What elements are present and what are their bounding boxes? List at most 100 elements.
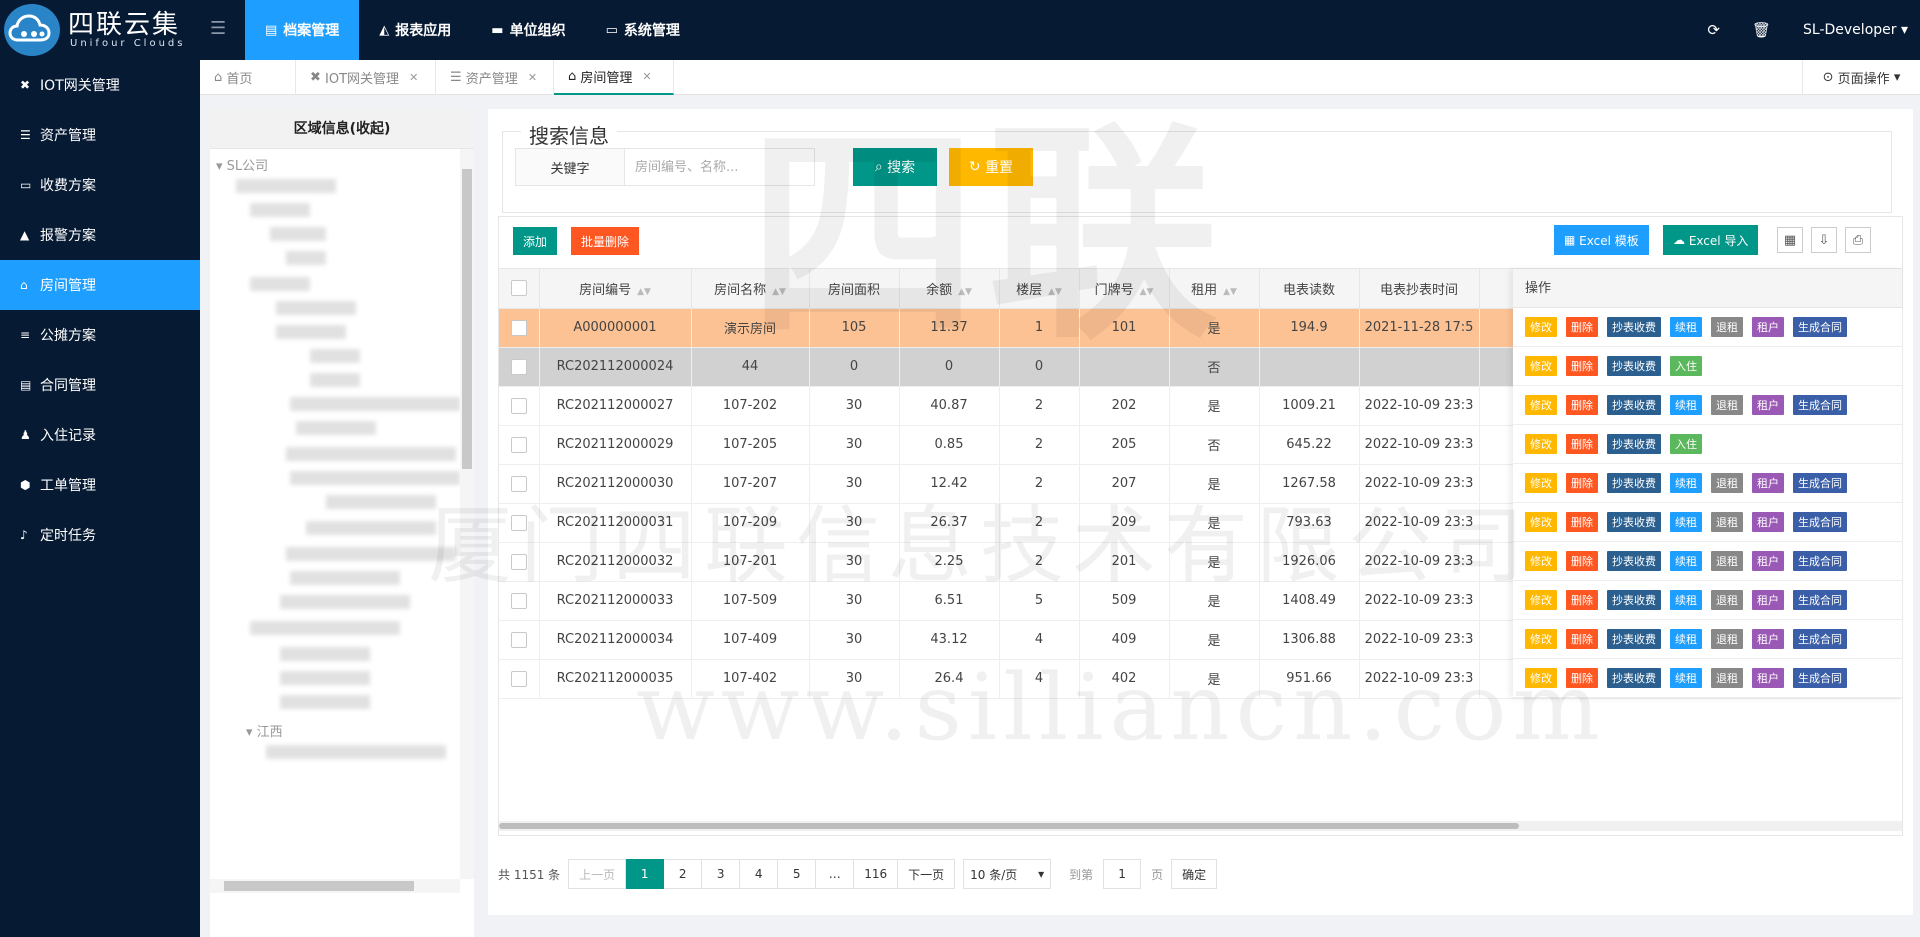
trash-icon[interactable]: 🗑 [1736, 21, 1787, 39]
meter-charge-button[interactable]: 抄表收费 [1607, 668, 1661, 688]
tree-node[interactable] [326, 495, 436, 509]
row-checkbox[interactable] [510, 436, 527, 453]
tree-node[interactable] [306, 521, 436, 535]
checkout-button[interactable]: 退租 [1711, 590, 1743, 610]
tree-node[interactable] [270, 227, 326, 241]
tree-node[interactable] [276, 325, 346, 339]
delete-button[interactable]: 删除 [1566, 434, 1598, 454]
edit-button[interactable]: 修改 [1525, 668, 1557, 688]
page-button[interactable]: 5 [778, 859, 817, 889]
col-header-name[interactable]: 房间名称 ▲▼ [691, 269, 810, 309]
print-icon[interactable]: ⎙ [1845, 227, 1871, 253]
tree-node[interactable] [310, 373, 360, 387]
scroll-thumb[interactable] [462, 169, 472, 469]
tree-node[interactable] [286, 547, 456, 561]
export-icon[interactable]: ⇩ [1811, 227, 1837, 253]
page-size-select[interactable]: 10 条/页 ▾ [963, 859, 1052, 889]
tree-node[interactable] [310, 349, 360, 363]
checkin-button[interactable]: 入住 [1670, 434, 1702, 454]
topnav-archive[interactable]: ▤ 档案管理 [245, 0, 360, 60]
scroll-thumb[interactable] [224, 881, 414, 891]
goto-page-input[interactable]: 1 [1103, 859, 1142, 889]
meter-charge-button[interactable]: 抄表收费 [1607, 629, 1661, 649]
tree-node[interactable] [290, 397, 460, 411]
delete-button[interactable]: 删除 [1566, 356, 1598, 376]
row-checkbox[interactable] [510, 553, 527, 570]
page-button[interactable]: 4 [740, 859, 779, 889]
renew-button[interactable]: 续租 [1670, 473, 1702, 493]
tab-iot[interactable]: ✖ IOT网关管理 ✕ [296, 60, 436, 95]
tree-node-jiangxi[interactable]: ▾ 江西 [246, 721, 283, 740]
renew-button[interactable]: 续租 [1670, 629, 1702, 649]
meter-charge-button[interactable]: 抄表收费 [1607, 473, 1661, 493]
topnav-reports[interactable]: ◭ 报表应用 [359, 0, 471, 60]
tree-vertical-scrollbar[interactable] [460, 149, 474, 879]
user-menu[interactable]: SL-Developer ▾ [1787, 22, 1920, 38]
refresh-icon[interactable]: ⟳ [1691, 21, 1736, 39]
checkout-button[interactable]: 退租 [1711, 473, 1743, 493]
select-all-checkbox[interactable] [499, 269, 540, 309]
tenant-button[interactable]: 租户 [1752, 668, 1784, 688]
excel-template-button[interactable]: ▦ Excel 模板 [1554, 225, 1649, 255]
close-icon[interactable]: ✕ [409, 71, 418, 84]
tenant-button[interactable]: 租户 [1752, 395, 1784, 415]
tree-node[interactable] [286, 447, 456, 461]
sidebar-item-rooms[interactable]: ⌂ 房间管理 [0, 260, 200, 310]
sidebar-item-charging[interactable]: ▭ 收费方案 [0, 160, 200, 210]
renew-button[interactable]: 续租 [1670, 317, 1702, 337]
sidebar-item-assets[interactable]: ☰ 资产管理 [0, 110, 200, 160]
tree-node[interactable] [276, 301, 356, 315]
renew-button[interactable]: 续租 [1670, 512, 1702, 532]
reset-button[interactable]: ↻ 重置 [949, 148, 1033, 186]
topnav-system[interactable]: ▭ 系统管理 [586, 0, 700, 60]
delete-button[interactable]: 删除 [1566, 629, 1598, 649]
generate-contract-button[interactable]: 生成合同 [1793, 473, 1847, 493]
tree-node[interactable] [280, 647, 370, 661]
renew-button[interactable]: 续租 [1670, 590, 1702, 610]
tree-node[interactable] [296, 421, 376, 435]
checkout-button[interactable]: 退租 [1711, 629, 1743, 649]
edit-button[interactable]: 修改 [1525, 434, 1557, 454]
generate-contract-button[interactable]: 生成合同 [1793, 395, 1847, 415]
row-checkbox-cell[interactable] [499, 503, 540, 543]
edit-button[interactable]: 修改 [1525, 356, 1557, 376]
meter-charge-button[interactable]: 抄表收费 [1607, 317, 1661, 337]
sort-icon[interactable]: ▲▼ [1140, 287, 1154, 297]
page-ops-menu[interactable]: ⊙ 页面操作 ▾ [1802, 60, 1920, 95]
meter-charge-button[interactable]: 抄表收费 [1607, 395, 1661, 415]
tree-node[interactable] [290, 571, 400, 585]
sidebar-item-alarm[interactable]: ▲ 报警方案 [0, 210, 200, 260]
generate-contract-button[interactable]: 生成合同 [1793, 512, 1847, 532]
page-button[interactable]: 3 [702, 859, 741, 889]
sidebar-item-sharing[interactable]: ≡ 公摊方案 [0, 310, 200, 360]
tree-node[interactable] [280, 695, 370, 709]
delete-button[interactable]: 删除 [1566, 668, 1598, 688]
edit-button[interactable]: 修改 [1525, 395, 1557, 415]
col-header-time[interactable]: 电表抄表时间 [1359, 269, 1480, 309]
row-checkbox-cell[interactable] [499, 542, 540, 582]
excel-import-button[interactable]: ☁ Excel 导入 [1663, 225, 1759, 255]
checkout-button[interactable]: 退租 [1711, 317, 1743, 337]
sort-icon[interactable]: ▲▼ [637, 287, 651, 297]
row-checkbox-cell[interactable] [499, 425, 540, 465]
topnav-org[interactable]: ▬ 单位组织 [471, 0, 585, 60]
col-header-floor[interactable]: 楼层 ▲▼ [999, 269, 1080, 309]
row-checkbox-cell[interactable] [499, 659, 540, 699]
col-header-rented[interactable]: 租用 ▲▼ [1169, 269, 1260, 309]
meter-charge-button[interactable]: 抄表收费 [1607, 551, 1661, 571]
tree-node[interactable] [266, 745, 446, 759]
tenant-button[interactable]: 租户 [1752, 551, 1784, 571]
checkout-button[interactable]: 退租 [1711, 668, 1743, 688]
close-icon[interactable]: ✕ [642, 70, 651, 83]
col-header-code[interactable]: 房间编号 ▲▼ [539, 269, 692, 309]
tree-node[interactable] [250, 621, 400, 635]
col-header-meter[interactable]: 电表读数 [1259, 269, 1360, 309]
sidebar-item-contracts[interactable]: ▤ 合同管理 [0, 360, 200, 410]
scroll-thumb[interactable] [499, 823, 1519, 829]
columns-icon[interactable]: ▦ [1777, 227, 1803, 253]
row-checkbox-cell[interactable] [499, 464, 540, 504]
checkout-button[interactable]: 退租 [1711, 551, 1743, 571]
row-checkbox[interactable] [510, 631, 527, 648]
delete-button[interactable]: 删除 [1566, 590, 1598, 610]
col-header-area[interactable]: 房间面积 [809, 269, 900, 309]
